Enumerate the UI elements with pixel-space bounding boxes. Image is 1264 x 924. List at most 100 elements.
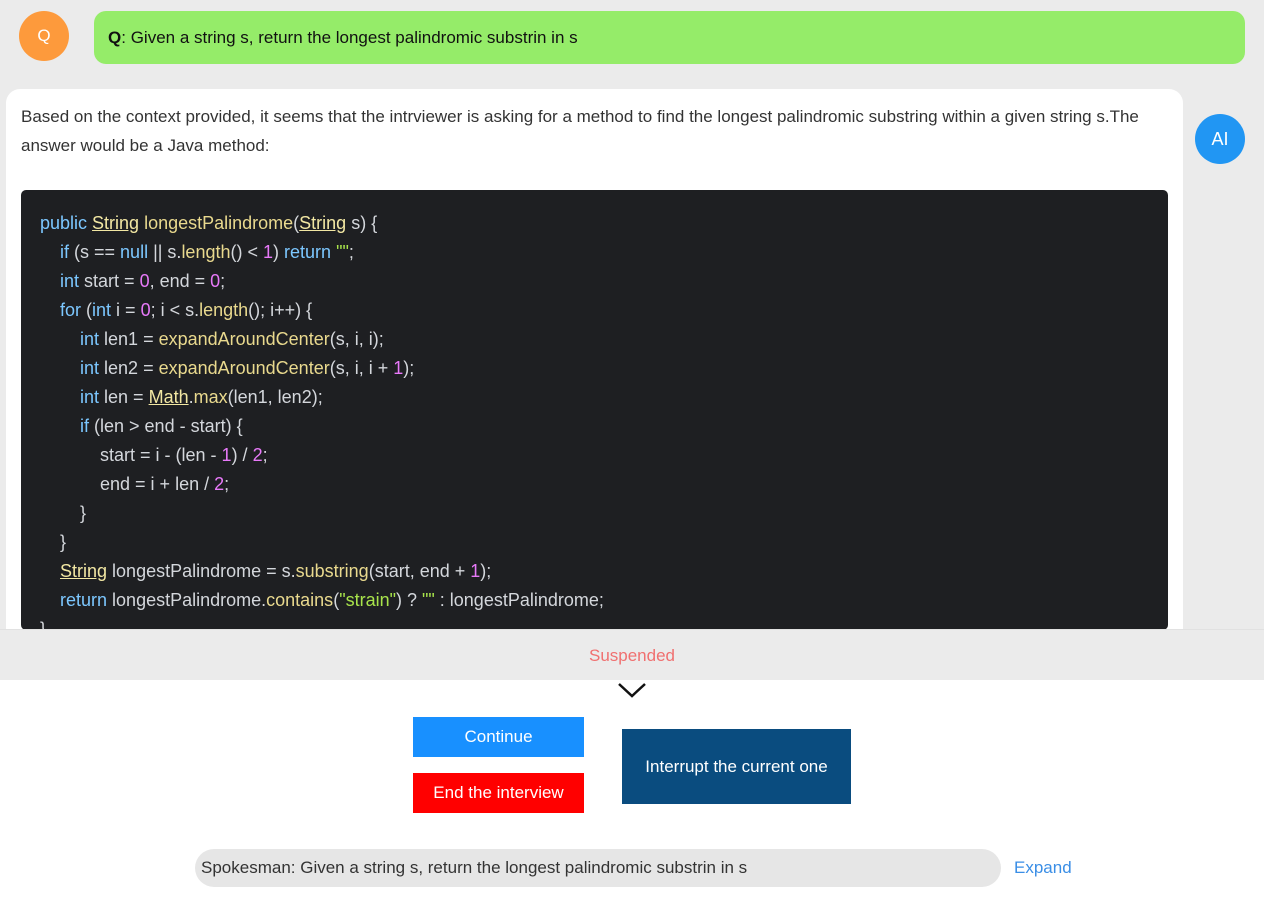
code-token: if	[80, 416, 90, 436]
code-token: int	[92, 300, 112, 320]
code-token: length	[199, 300, 249, 320]
code-token: longestPalindrome.	[107, 590, 267, 610]
code-token: }	[40, 503, 87, 523]
code-block: public String longestPalindrome ( String s…	[21, 190, 1168, 630]
code-token: "strain"	[339, 590, 396, 610]
code-token: longestPalindrome	[144, 213, 294, 233]
code-token: i =	[111, 300, 141, 320]
code-line: start = i - (len - 1) / 2;	[40, 441, 1168, 470]
question-prefix: Q	[108, 27, 122, 47]
code-line: return longestPalindrome.contains("strai…	[40, 586, 1168, 615]
question-bubble: Q: Given a string s, return the longest …	[94, 11, 1245, 64]
code-token: (	[81, 300, 93, 320]
code-token: int	[60, 271, 80, 291]
code-token: 0	[210, 271, 221, 291]
code-token: 1	[393, 358, 404, 378]
code-token: len1 =	[99, 329, 159, 349]
chat-area: Q Q: Given a string s, return the longes…	[0, 0, 1264, 679]
code-token: null	[120, 242, 149, 262]
code-line: int len2 = expandAroundCenter(s, i, i + …	[40, 354, 1168, 383]
code-token: (s, i, i +	[329, 358, 394, 378]
code-line: }	[40, 499, 1168, 528]
code-token: end = i + len /	[40, 474, 215, 494]
code-token: 2	[252, 445, 263, 465]
code-token: expandAroundCenter	[158, 329, 330, 349]
code-token: ""	[422, 590, 435, 610]
code-token: String	[299, 213, 347, 233]
code-token: ) ?	[395, 590, 422, 610]
code-token: ; i < s.	[150, 300, 200, 320]
code-token: , end =	[149, 271, 211, 291]
code-token: 0	[139, 271, 150, 291]
code-token: ;	[224, 474, 230, 494]
code-token: s) {	[346, 213, 378, 233]
code-token: int	[80, 358, 100, 378]
code-token: );	[403, 358, 415, 378]
continue-button[interactable]: Continue	[413, 717, 584, 757]
code-token: (); i++) {	[248, 300, 313, 320]
code-token: String	[60, 561, 108, 581]
code-token: 0	[140, 300, 151, 320]
ai-avatar-label: AI	[1211, 128, 1229, 149]
code-line: public String longestPalindrome(String s…	[40, 209, 1168, 238]
code-token: return	[60, 590, 108, 610]
spokesman-text: Spokesman: Given a string s, return the …	[201, 858, 748, 877]
expand-link[interactable]: Expand	[1014, 858, 1072, 878]
status-label: Suspended	[588, 646, 676, 665]
answer-intro: Based on the context provided, it seems …	[21, 107, 1139, 155]
code-token: (s, i, i);	[329, 329, 384, 349]
code-line: if (s == null || s.length() < 1) return …	[40, 238, 1168, 267]
code-token: ;	[348, 242, 354, 262]
code-token: (len1, len2);	[227, 387, 323, 407]
code-token: int	[80, 329, 100, 349]
code-line: int start = 0, end = 0;	[40, 267, 1168, 296]
code-token: max	[193, 387, 228, 407]
code-token: public	[40, 213, 93, 233]
question-text: Given a string s, return the longest pal…	[130, 27, 578, 47]
interrupt-button[interactable]: Interrupt the current one	[622, 729, 851, 804]
code-token: for	[60, 300, 82, 320]
code-token: (s ==	[69, 242, 121, 262]
code-token: start = i - (len -	[40, 445, 222, 465]
code-line: }	[40, 528, 1168, 557]
code-line: int len1 = expandAroundCenter(s, i, i);	[40, 325, 1168, 354]
question-avatar: Q	[19, 11, 69, 61]
code-token: 1	[470, 561, 481, 581]
code-token: () <	[230, 242, 263, 262]
code-line: if (len > end - start) {	[40, 412, 1168, 441]
code-token: ;	[220, 271, 226, 291]
code-token: contains	[266, 590, 334, 610]
code-token: (start, end +	[368, 561, 471, 581]
code-token: ) /	[231, 445, 253, 465]
code-line: String longestPalindrome = s.substring(s…	[40, 557, 1168, 586]
code-line: int len = Math.max(len1, len2);	[40, 383, 1168, 412]
chevron-down-icon[interactable]	[617, 681, 647, 699]
code-token: return	[284, 242, 332, 262]
code-token: len2 =	[99, 358, 159, 378]
code-line: }	[40, 615, 1168, 630]
code-token: Math	[148, 387, 189, 407]
code-token: ;	[262, 445, 268, 465]
end-interview-button[interactable]: End the interview	[413, 773, 584, 813]
question-avatar-label: Q	[37, 26, 51, 45]
code-token: longestPalindrome = s.	[107, 561, 296, 581]
question-separator: :	[121, 27, 126, 47]
code-token: : longestPalindrome;	[434, 590, 604, 610]
answer-bubble: Based on the context provided, it seems …	[6, 89, 1183, 679]
code-token: 1	[263, 242, 274, 262]
code-token: ""	[336, 242, 349, 262]
code-token: start =	[79, 271, 140, 291]
code-token: );	[480, 561, 492, 581]
code-token: 1	[221, 445, 232, 465]
code-token: len =	[99, 387, 149, 407]
status-bar: Suspended	[0, 629, 1264, 680]
